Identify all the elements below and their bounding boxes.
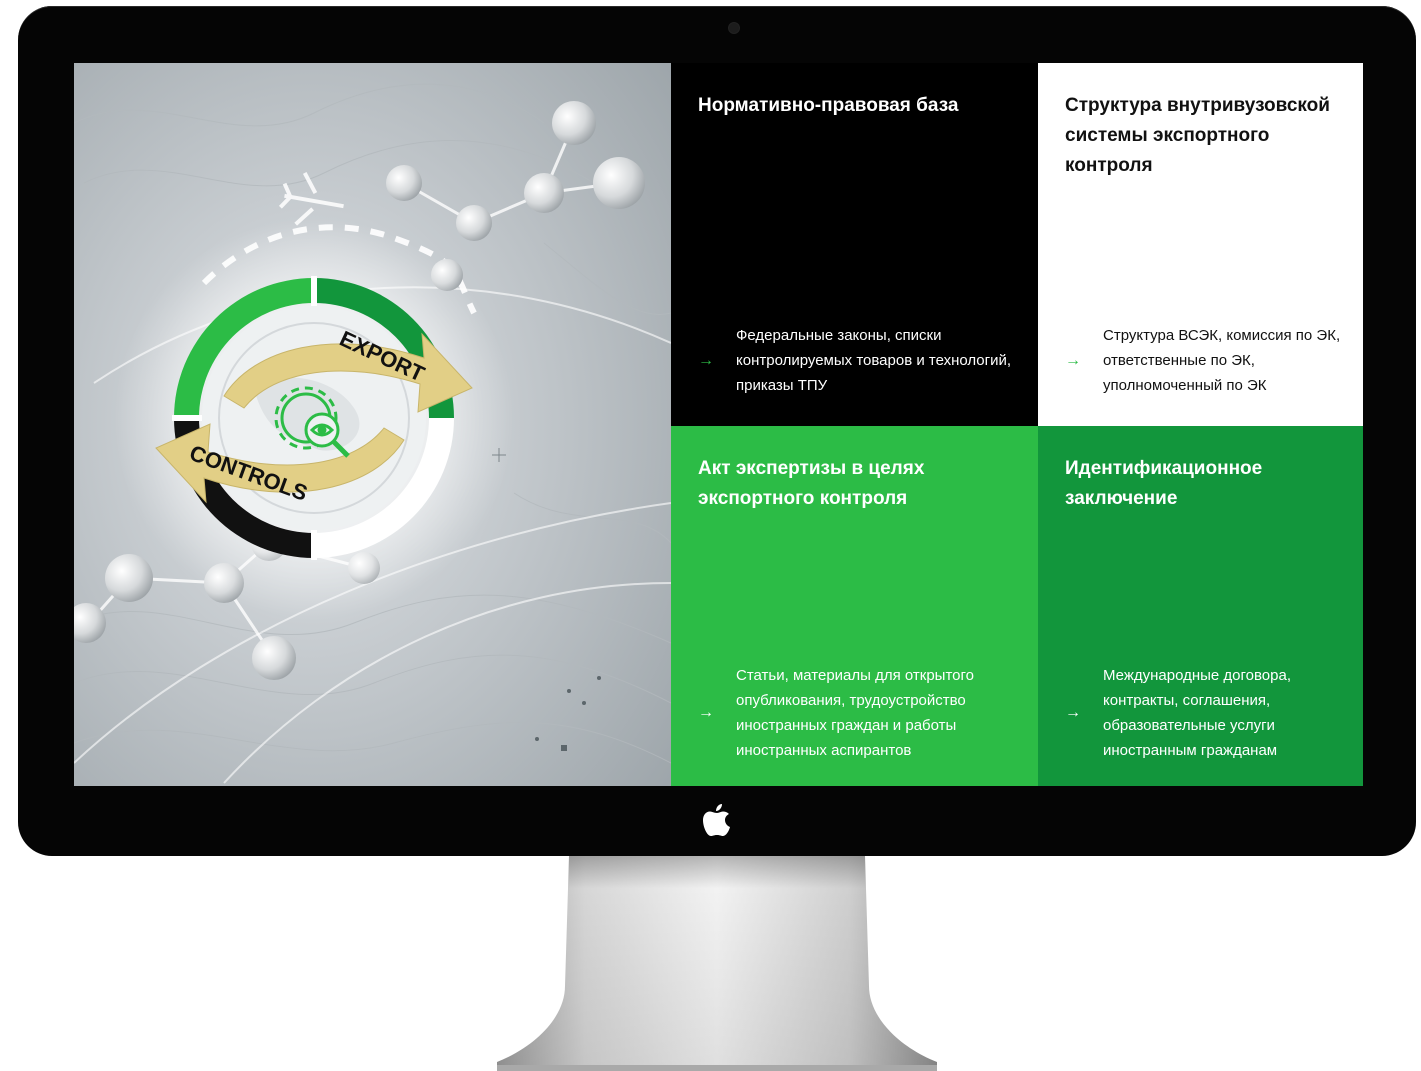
camera-icon <box>729 23 739 33</box>
tile-regulatory-base[interactable]: Нормативно-правовая база → Федеральные з… <box>671 63 1038 426</box>
tile-expert-act[interactable]: Акт экспертизы в целях экспортного контр… <box>671 426 1038 786</box>
tile-description: Международные договора, контракты, согла… <box>1103 667 1292 759</box>
tile-link-row[interactable]: → Структура ВСЭК, комиссия по ЭК, ответс… <box>1065 323 1353 398</box>
tile-link-row[interactable]: → Международные договора, контракты, сог… <box>1065 663 1353 763</box>
tile-title: Нормативно-правовая база <box>698 95 959 116</box>
tile-description: Статьи, материалы для открытого опублико… <box>736 667 974 759</box>
tile-identification-conclusion[interactable]: Идентификационное заключение → Междунаро… <box>1038 426 1363 786</box>
apple-logo-icon <box>703 804 730 836</box>
tile-internal-system-structure[interactable]: Структура внутривузовской системы экспор… <box>1038 63 1363 426</box>
export-controls-illustration: EXPORT CONTROLS <box>74 63 671 786</box>
tile-link-row[interactable]: → Федеральные законы, списки контролируе… <box>698 323 1028 398</box>
monitor-stand <box>497 856 937 1071</box>
tile-description: Структура ВСЭК, комиссия по ЭК, ответств… <box>1103 327 1341 394</box>
tile-description: Федеральные законы, списки контролируемы… <box>736 327 1012 394</box>
screen: EXPORT CONTROLS Нормативно-правовая база… <box>74 63 1363 786</box>
arrow-right-icon: → <box>698 351 714 369</box>
arrow-right-icon: → <box>1065 704 1081 721</box>
tile-title: Структура внутривузовской системы экспор… <box>1065 95 1330 176</box>
tile-title: Акт экспертизы в целях экспортного контр… <box>698 458 925 509</box>
arrow-right-icon: → <box>1065 351 1081 369</box>
tile-title: Идентификационное заключение <box>1065 458 1263 509</box>
tile-link-row[interactable]: → Статьи, материалы для открытого опубли… <box>698 663 1028 763</box>
arrow-right-icon: → <box>698 704 714 721</box>
